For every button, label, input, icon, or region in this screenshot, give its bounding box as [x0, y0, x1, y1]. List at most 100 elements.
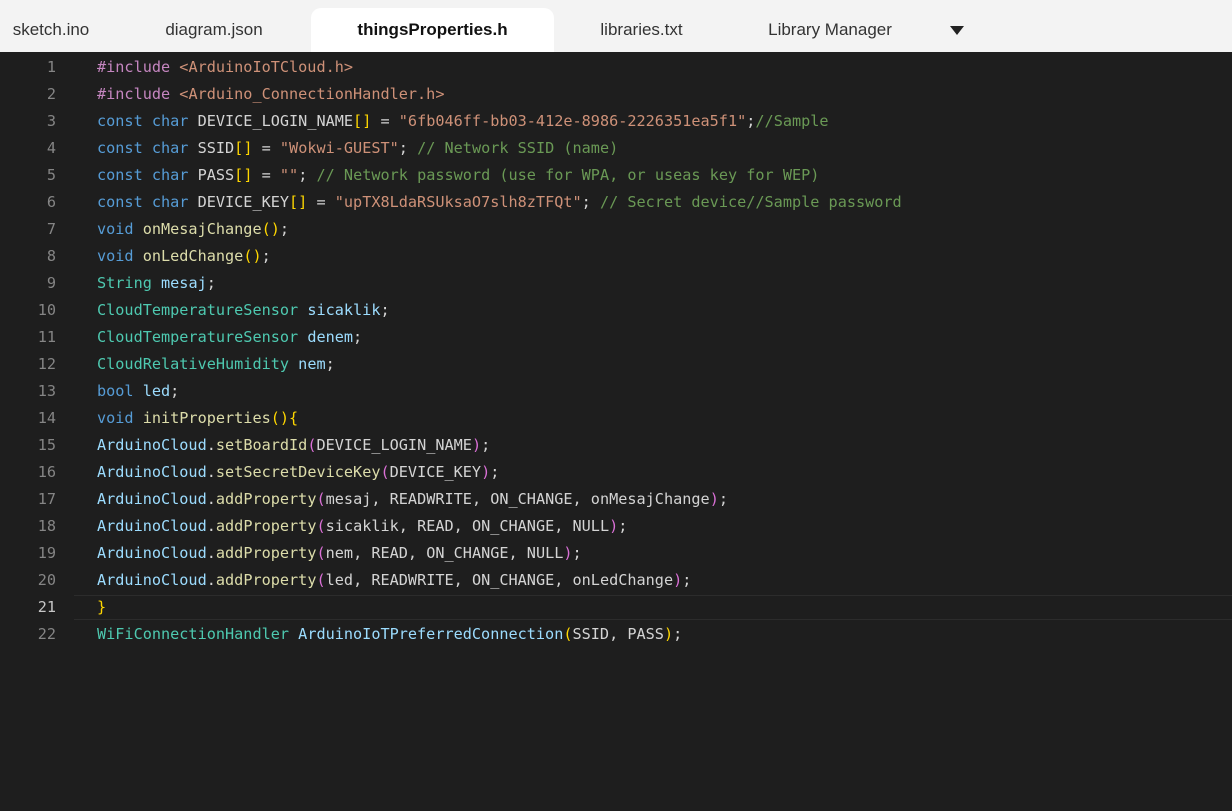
code-token: .: [206, 436, 216, 454]
line-number: 18: [37, 517, 56, 535]
code-token: DEVICE_LOGIN_NAME: [316, 436, 472, 454]
code-token: String: [97, 274, 162, 292]
code-token: (): [261, 220, 280, 238]
code-editor[interactable]: 1 #include <ArduinoIoTCloud.h> 2 #include <…: [0, 52, 1232, 811]
code-token: ;: [673, 625, 683, 643]
code-token: "6fb046ff-bb03-412e-8986-2226351ea5f1": [398, 112, 747, 130]
code-line[interactable]: 11 CloudTemperatureSensor denem;: [0, 324, 1232, 351]
code-token: setSecretDeviceKey: [215, 463, 381, 481]
tab-diagram-json[interactable]: diagram.json: [140, 8, 288, 52]
code-token: addProperty: [215, 490, 317, 508]
code-line[interactable]: 3 const char DEVICE_LOGIN_NAME[] = "6fb04…: [0, 108, 1232, 135]
code-line[interactable]: 15 ArduinoCloud.setBoardId(DEVICE_LOGIN_N…: [0, 432, 1232, 459]
tab-library-manager[interactable]: Library Manager: [735, 8, 925, 52]
code-token: ): [609, 517, 619, 535]
tab-sketch-ino[interactable]: sketch.ino: [0, 8, 110, 52]
code-line[interactable]: 9 String mesaj;: [0, 270, 1232, 297]
code-token: DEVICE_KEY: [389, 463, 482, 481]
line-number: 19: [37, 544, 56, 562]
code-token: char: [151, 166, 198, 184]
code-token: =: [371, 112, 399, 130]
code-line[interactable]: 18 ArduinoCloud.addProperty(sicaklik, REA…: [0, 513, 1232, 540]
code-token: ): [563, 544, 573, 562]
line-number: 15: [37, 436, 56, 454]
code-line[interactable]: 16 ArduinoCloud.setSecretDeviceKey(DEVICE…: [0, 459, 1232, 486]
code-line[interactable]: 13 bool led;: [0, 378, 1232, 405]
tab-things-properties-h[interactable]: thingsProperties.h: [311, 8, 554, 52]
line-number: 8: [46, 247, 56, 265]
code-token: <Arduino_ConnectionHandler.h>: [179, 85, 445, 103]
code-token: denem: [307, 328, 354, 346]
line-number: 21: [37, 598, 56, 616]
code-line[interactable]: 12 CloudRelativeHumidity nem;: [0, 351, 1232, 378]
code-token: #include: [97, 85, 180, 103]
code-token: ;: [353, 328, 363, 346]
code-token: addProperty: [215, 517, 317, 535]
code-token: addProperty: [215, 544, 317, 562]
line-number: 16: [37, 463, 56, 481]
code-token: const: [97, 166, 152, 184]
code-token: ): [673, 571, 683, 589]
code-token: ArduinoCloud: [97, 490, 207, 508]
code-token: ArduinoCloud: [97, 463, 207, 481]
code-token: nem, READ, ON_CHANGE, NULL: [325, 544, 564, 562]
code-token: ;: [298, 166, 317, 184]
code-token: setBoardId: [215, 436, 308, 454]
code-line[interactable]: 5 const char PASS[] = ""; // Network pass…: [0, 162, 1232, 189]
code-token: led: [142, 382, 171, 400]
code-text: const char DEVICE_KEY[] = "upTX8LdaRSUks…: [97, 189, 902, 216]
code-token: addProperty: [215, 571, 317, 589]
code-line[interactable]: 8 void onLedChange();: [0, 243, 1232, 270]
code-token: (: [563, 625, 573, 643]
code-token: CloudTemperatureSensor: [97, 301, 308, 319]
code-line[interactable]: 21}: [0, 594, 1232, 621]
code-token: (: [316, 571, 326, 589]
code-text: ArduinoCloud.addProperty(led, READWRITE,…: [97, 567, 691, 594]
code-text: void initProperties(){: [97, 405, 298, 432]
code-line[interactable]: 4 const char SSID[] = "Wokwi-GUEST"; // N…: [0, 135, 1232, 162]
code-text: const char PASS[] = ""; // Network passw…: [97, 162, 819, 189]
code-token: mesaj, READWRITE, ON_CHANGE, onMesajChan…: [325, 490, 710, 508]
code-token: =: [252, 166, 280, 184]
code-token: "": [279, 166, 299, 184]
code-token: .: [206, 463, 216, 481]
code-token: []: [234, 166, 253, 184]
code-text: String mesaj;: [97, 270, 216, 297]
code-line[interactable]: 2 #include <Arduino_ConnectionHandler.h>: [0, 81, 1232, 108]
tab-libraries-txt[interactable]: libraries.txt: [570, 8, 713, 52]
code-text: void onLedChange();: [97, 243, 271, 270]
code-line[interactable]: 22 WiFiConnectionHandler ArduinoIoTPrefer…: [0, 621, 1232, 648]
code-token: []: [353, 112, 372, 130]
code-line[interactable]: 6 const char DEVICE_KEY[] = "upTX8LdaRSUk…: [0, 189, 1232, 216]
code-token: //Sample: [755, 112, 829, 130]
caret-down-icon[interactable]: [947, 24, 967, 38]
code-line[interactable]: 1 #include <ArduinoIoTCloud.h>: [0, 54, 1232, 81]
code-text: ArduinoCloud.addProperty(mesaj, READWRIT…: [97, 486, 728, 513]
code-token: ;: [581, 193, 600, 211]
code-token: onLedChange: [142, 247, 244, 265]
code-token: DEVICE_LOGIN_NAME: [197, 112, 354, 130]
code-token: ;: [618, 517, 628, 535]
code-line[interactable]: 14 void initProperties(){: [0, 405, 1232, 432]
code-text: const char SSID[] = "Wokwi-GUEST"; // Ne…: [97, 135, 618, 162]
code-line[interactable]: 10 CloudTemperatureSensor sicaklik;: [0, 297, 1232, 324]
line-number: 13: [37, 382, 56, 400]
code-token: (): [270, 409, 290, 427]
code-token: =: [252, 139, 280, 157]
code-line[interactable]: 17 ArduinoCloud.addProperty(mesaj, READWR…: [0, 486, 1232, 513]
code-token: {: [289, 409, 299, 427]
code-token: ;: [682, 571, 692, 589]
code-text: void onMesajChange();: [97, 216, 289, 243]
code-token: // Network password (use for WPA, or use…: [316, 166, 820, 184]
code-text: CloudRelativeHumidity nem;: [97, 351, 335, 378]
line-number: 2: [46, 85, 56, 103]
code-line[interactable]: 20 ArduinoCloud.addProperty(led, READWRIT…: [0, 567, 1232, 594]
code-token: "Wokwi-GUEST": [279, 139, 399, 157]
code-token: .: [206, 517, 216, 535]
code-text: bool led;: [97, 378, 179, 405]
code-line[interactable]: 19 ArduinoCloud.addProperty(nem, READ, ON…: [0, 540, 1232, 567]
code-token: ;: [398, 139, 418, 157]
code-line[interactable]: 7 void onMesajChange();: [0, 216, 1232, 243]
code-token: char: [151, 139, 198, 157]
code-token: ;: [380, 301, 390, 319]
